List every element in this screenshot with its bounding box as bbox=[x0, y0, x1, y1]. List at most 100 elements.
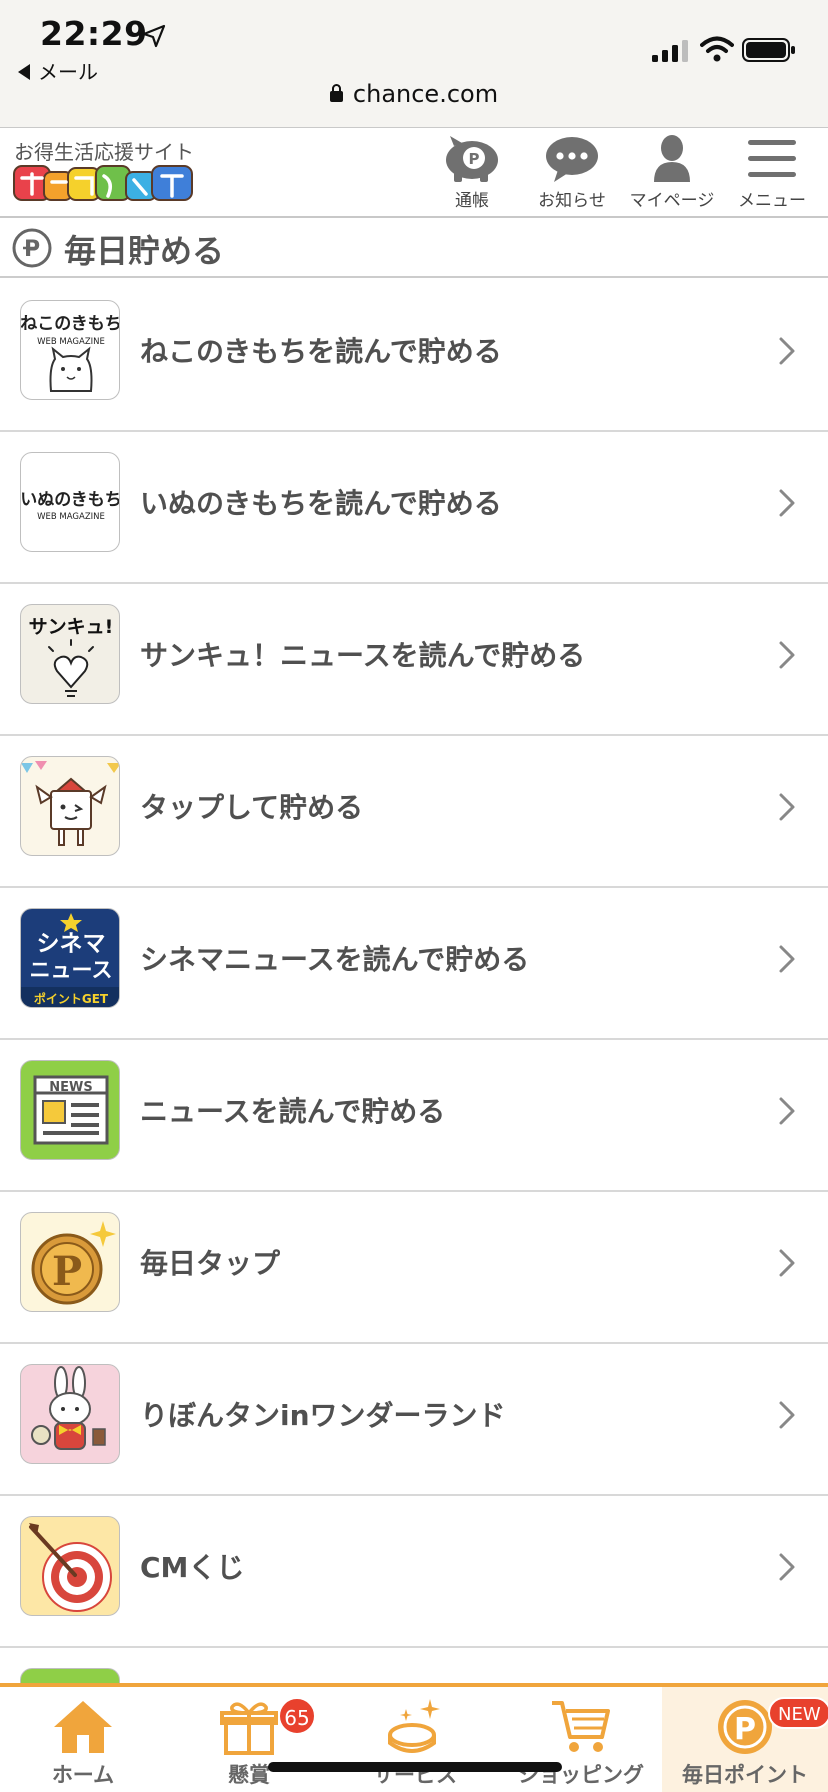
daily-tap-thumbnail: P bbox=[20, 1212, 120, 1312]
point-coin-icon: P bbox=[718, 1700, 772, 1754]
tab-home[interactable]: ホーム bbox=[0, 1687, 166, 1792]
user-icon bbox=[654, 135, 690, 182]
tab-home-label: ホーム bbox=[51, 1763, 115, 1787]
chevron-right-icon bbox=[779, 1553, 795, 1581]
back-triangle-icon bbox=[18, 64, 30, 80]
list-item-label: CMくじ bbox=[140, 1551, 245, 1584]
header-mypage-button[interactable]: マイページ bbox=[622, 128, 722, 218]
svg-text:P: P bbox=[469, 150, 480, 168]
list-item-label: タップして貯める bbox=[140, 791, 364, 824]
list-item-neko[interactable]: ねこのきもち WEB MAGAZINE ねこのきもちを読んで貯める bbox=[0, 280, 828, 432]
header-notice-label: お知らせ bbox=[538, 191, 606, 211]
bottom-tab-bar: ホーム 懸賞 サービス ショッピング P 毎日ポイント 65 NEW bbox=[0, 1683, 828, 1792]
cinema-logo-graphic: シネマ ニュース ポイントGET bbox=[21, 913, 119, 1007]
cellular-signal-icon bbox=[652, 40, 688, 62]
cinema-thumb-sub: ポイントGET bbox=[34, 991, 109, 1006]
neko-thumb-sub: WEB MAGAZINE bbox=[37, 337, 105, 347]
news-thumb-title: NEWS bbox=[49, 1080, 92, 1095]
list-item-thankyou[interactable]: サンキュ! サンキュ！ニュースを読んで貯める bbox=[0, 584, 828, 736]
logo-graphic bbox=[13, 165, 193, 201]
svg-text:P: P bbox=[52, 1248, 82, 1295]
tab-daily-point-label: 毎日ポイント bbox=[682, 1763, 808, 1787]
thankyou-thumb-title: サンキュ! bbox=[29, 616, 114, 638]
url-text: chance.com bbox=[352, 80, 499, 108]
chevron-right-icon bbox=[779, 1097, 795, 1125]
wifi-icon bbox=[700, 36, 734, 62]
lock-icon bbox=[329, 84, 343, 102]
chevron-right-icon bbox=[779, 793, 795, 821]
list-item-inu[interactable]: いぬのきもち WEB MAGAZINE いぬのきもちを読んで貯める bbox=[0, 432, 828, 584]
neko-thumb-title: ねこのきもち bbox=[21, 314, 120, 334]
prize-count-badge: 65 bbox=[278, 1697, 316, 1735]
lightbulb-heart-illustration: サンキュ! bbox=[29, 616, 114, 697]
list-item-news[interactable]: NEWS ニュースを読んで貯める bbox=[0, 1040, 828, 1192]
tap-character-thumbnail bbox=[20, 756, 120, 856]
daily-points-list: ねこのきもち WEB MAGAZINE ねこのきもちを読んで貯める いぬのきもち… bbox=[0, 280, 828, 1708]
svg-text:P: P bbox=[734, 1712, 756, 1747]
gold-coin-illustration: P bbox=[31, 1221, 116, 1305]
battery-icon bbox=[742, 38, 795, 62]
list-item-tap[interactable]: タップして貯める bbox=[0, 736, 828, 888]
list-item-label: ニュースを読んで貯める bbox=[140, 1095, 446, 1128]
chevron-right-icon bbox=[779, 1249, 795, 1277]
list-item-label: サンキュ！ニュースを読んで貯める bbox=[140, 639, 586, 672]
site-logo[interactable] bbox=[12, 162, 212, 216]
chevron-right-icon bbox=[779, 489, 795, 517]
header-notice-button[interactable]: お知らせ bbox=[522, 128, 622, 218]
list-item-label: いぬのきもちを読んで貯める bbox=[140, 487, 502, 520]
rabbit-illustration bbox=[31, 1366, 106, 1450]
header-menu-label: メニュー bbox=[738, 191, 806, 211]
tab-shopping[interactable]: ショッピング bbox=[498, 1687, 664, 1792]
cat-illustration: ねこのきもち WEB MAGAZINE bbox=[21, 314, 120, 392]
status-bar: 22:29 メール chance.com bbox=[0, 0, 828, 128]
chevron-right-icon bbox=[779, 1401, 795, 1429]
piggy-bank-icon: P bbox=[446, 136, 498, 182]
cinema-news-thumbnail: シネマ ニュース ポイントGET bbox=[20, 908, 120, 1008]
header-bankbook-label: 通帳 bbox=[455, 191, 489, 211]
news-thumbnail: NEWS bbox=[20, 1060, 120, 1160]
list-item-label: 毎日タップ bbox=[140, 1247, 281, 1280]
home-icon bbox=[54, 1701, 112, 1753]
chevron-right-icon bbox=[779, 641, 795, 669]
hamburger-icon bbox=[748, 140, 796, 177]
inu-magazine-thumbnail: いぬのきもち WEB MAGAZINE bbox=[20, 452, 120, 552]
list-item-label: シネマニュースを読んで貯める bbox=[140, 943, 530, 976]
section-heading: P 毎日貯める bbox=[0, 218, 828, 278]
cinema-thumb-title-2: ニュース bbox=[30, 958, 113, 982]
point-coin-icon: P bbox=[12, 228, 52, 268]
header-mypage-label: マイページ bbox=[629, 191, 715, 211]
newspaper-illustration: NEWS bbox=[33, 1075, 109, 1145]
site-tagline: お得生活応援サイト bbox=[14, 140, 194, 164]
header-bankbook-button[interactable]: P 通帳 bbox=[422, 128, 522, 218]
list-item-ribbon-wonderland[interactable]: りぼんタンinワンダーランド bbox=[0, 1344, 828, 1496]
coin-sparkle-icon bbox=[388, 1699, 440, 1753]
home-indicator[interactable] bbox=[268, 1762, 562, 1772]
status-time: 22:29 bbox=[40, 14, 148, 53]
new-badge: NEW bbox=[768, 1697, 828, 1729]
cm-kuji-thumbnail bbox=[20, 1516, 120, 1616]
gift-box-icon bbox=[220, 1702, 278, 1755]
list-item-cinema[interactable]: シネマ ニュース ポイントGET シネマニュースを読んで貯める bbox=[0, 888, 828, 1040]
tab-service[interactable]: サービス bbox=[332, 1687, 498, 1792]
chat-bubble-icon bbox=[546, 137, 598, 182]
inu-logo-graphic: いぬのきもち WEB MAGAZINE bbox=[21, 490, 120, 522]
section-title: 毎日貯める bbox=[64, 232, 225, 270]
dartboard-illustration bbox=[29, 1523, 112, 1612]
list-item-daily-tap[interactable]: P 毎日タップ bbox=[0, 1192, 828, 1344]
chevron-right-icon bbox=[779, 337, 795, 365]
box-character-illustration bbox=[21, 761, 119, 846]
header-menu-button[interactable]: メニュー bbox=[722, 128, 822, 218]
location-arrow-icon bbox=[142, 24, 166, 48]
list-item-label: ねこのきもちを読んで貯める bbox=[140, 335, 502, 368]
inu-thumb-title: いぬのきもち bbox=[21, 490, 120, 510]
ribbon-wonderland-thumbnail bbox=[20, 1364, 120, 1464]
svg-text:P: P bbox=[24, 237, 40, 262]
neko-magazine-thumbnail: ねこのきもち WEB MAGAZINE bbox=[20, 300, 120, 400]
inu-thumb-sub: WEB MAGAZINE bbox=[37, 512, 105, 522]
chevron-right-icon bbox=[779, 945, 795, 973]
list-item-cm-kuji[interactable]: CMくじ bbox=[0, 1496, 828, 1648]
cinema-thumb-title-1: シネマ bbox=[37, 931, 106, 957]
cart-icon bbox=[552, 1701, 610, 1752]
thankyou-news-thumbnail: サンキュ! bbox=[20, 604, 120, 704]
url-bar[interactable]: chance.com bbox=[0, 80, 828, 108]
